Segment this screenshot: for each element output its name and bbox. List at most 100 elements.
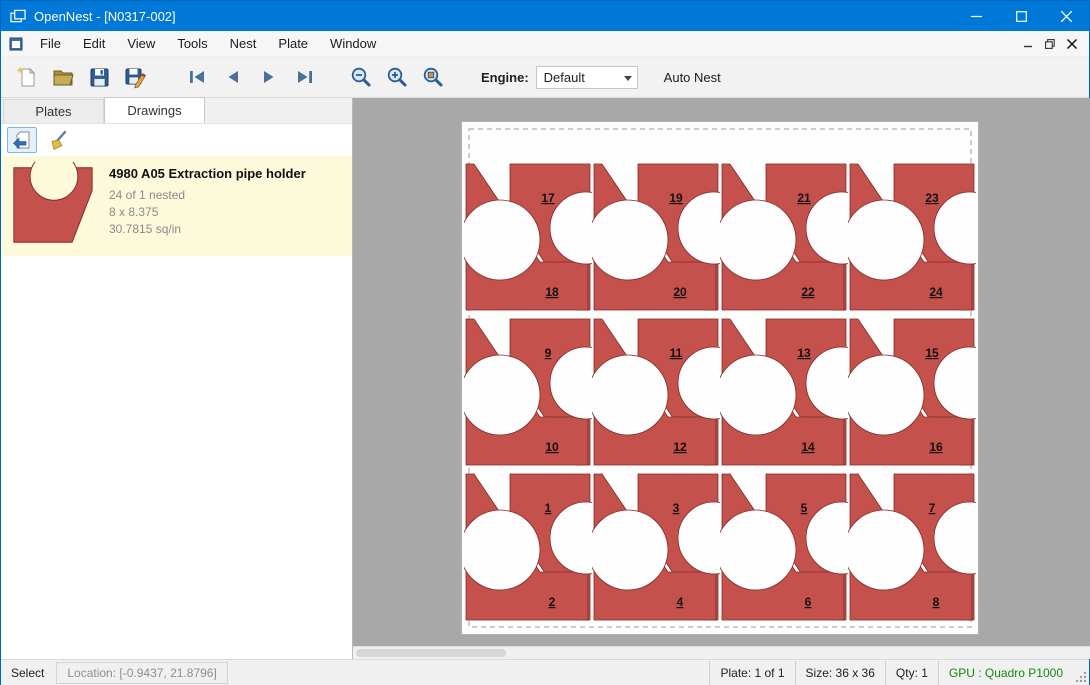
engine-selected-value: Default bbox=[544, 70, 585, 85]
maximize-icon bbox=[1016, 11, 1027, 22]
zoom-out-button[interactable] bbox=[343, 60, 379, 94]
app-icon bbox=[10, 9, 26, 24]
first-plate-button[interactable] bbox=[179, 60, 215, 94]
status-plate: Plate: 1 of 1 bbox=[709, 661, 794, 685]
part-number: 23 bbox=[925, 191, 939, 205]
last-plate-button[interactable] bbox=[287, 60, 323, 94]
zoom-fit-icon bbox=[421, 65, 445, 89]
drawing-area: 30.7815 sq/in bbox=[109, 221, 306, 238]
resize-grip-icon bbox=[1074, 670, 1087, 683]
mdi-close-button[interactable] bbox=[1061, 34, 1083, 54]
status-size: Size: 36 x 36 bbox=[795, 661, 885, 685]
part-number: 15 bbox=[925, 346, 939, 360]
mdi-minimize-button[interactable] bbox=[1017, 34, 1039, 54]
nest-pair[interactable]: 23 24 bbox=[844, 164, 978, 310]
zoom-fit-button[interactable] bbox=[415, 60, 451, 94]
mdi-window-controls bbox=[1017, 34, 1089, 54]
plate[interactable]: 171819202122232491011121314151612345678 bbox=[461, 121, 979, 635]
pipe-cutout bbox=[844, 510, 924, 590]
menu-item-tools[interactable]: Tools bbox=[166, 31, 218, 56]
save-edit-icon bbox=[123, 65, 147, 89]
nest-pair[interactable]: 1516 bbox=[844, 319, 978, 465]
new-button[interactable] bbox=[9, 60, 45, 94]
horizontal-scrollbar[interactable] bbox=[353, 646, 1090, 659]
restore-icon bbox=[1045, 39, 1055, 49]
part-number: 22 bbox=[801, 285, 815, 299]
part-number: 6 bbox=[805, 595, 812, 609]
title-bar: OpenNest - [N0317-002] bbox=[1, 1, 1089, 31]
part-number: 24 bbox=[929, 285, 943, 299]
menu-item-view[interactable]: View bbox=[116, 31, 166, 56]
part-number: 1 bbox=[545, 501, 552, 515]
pipe-cutout bbox=[462, 355, 540, 435]
part-number: 4 bbox=[677, 595, 684, 609]
pipe-cutout bbox=[588, 200, 668, 280]
save-edit-button[interactable] bbox=[117, 60, 153, 94]
close-icon bbox=[1067, 39, 1077, 49]
resize-grip[interactable] bbox=[1073, 660, 1089, 685]
part-number: 8 bbox=[933, 595, 940, 609]
app-window: OpenNest - [N0317-002] File Edit View To… bbox=[0, 0, 1090, 685]
status-bar: Select Location: [-0.9437, 21.8796] Plat… bbox=[1, 659, 1089, 685]
pipe-cutout bbox=[716, 355, 796, 435]
nest-svg[interactable]: 171819202122232491011121314151612345678 bbox=[462, 122, 978, 634]
pipe-cutout bbox=[844, 355, 924, 435]
tab-drawings[interactable]: Drawings bbox=[104, 97, 205, 123]
tab-plates[interactable]: Plates bbox=[3, 99, 104, 123]
scrollbar-thumb[interactable] bbox=[356, 649, 506, 657]
minimize-button[interactable] bbox=[954, 1, 999, 31]
nest-pair[interactable]: 78 bbox=[844, 474, 978, 620]
replace-part-button[interactable] bbox=[7, 127, 37, 153]
close-button[interactable] bbox=[1044, 1, 1089, 31]
go-last-icon bbox=[293, 65, 317, 89]
part-number: 18 bbox=[545, 285, 559, 299]
nest-canvas[interactable]: 171819202122232491011121314151612345678 bbox=[353, 98, 1090, 659]
new-document-icon bbox=[15, 65, 39, 89]
open-button[interactable] bbox=[45, 60, 81, 94]
zoom-in-button[interactable] bbox=[379, 60, 415, 94]
drawing-list-item[interactable]: 4980 A05 Extraction pipe holder 24 of 1 … bbox=[1, 156, 352, 256]
menu-item-window[interactable]: Window bbox=[319, 31, 387, 56]
auto-nest-button[interactable]: Auto Nest bbox=[664, 70, 721, 85]
clear-button[interactable] bbox=[43, 127, 73, 153]
chevron-down-icon bbox=[624, 76, 632, 81]
go-first-icon bbox=[185, 65, 209, 89]
part-number: 3 bbox=[673, 501, 680, 515]
document-icon bbox=[9, 37, 23, 51]
minimize-icon bbox=[1024, 39, 1033, 48]
part-number: 20 bbox=[673, 285, 687, 299]
mdi-restore-button[interactable] bbox=[1039, 34, 1061, 54]
save-button[interactable] bbox=[81, 60, 117, 94]
drawing-dimensions: 8 x 8.375 bbox=[109, 204, 306, 221]
pipe-cutout bbox=[588, 355, 668, 435]
menu-item-edit[interactable]: Edit bbox=[72, 31, 116, 56]
open-folder-icon bbox=[51, 65, 75, 89]
menu-item-file[interactable]: File bbox=[29, 31, 72, 56]
zoom-out-icon bbox=[349, 65, 373, 89]
zoom-in-icon bbox=[385, 65, 409, 89]
next-plate-button[interactable] bbox=[251, 60, 287, 94]
maximize-button[interactable] bbox=[999, 1, 1044, 31]
part-number: 14 bbox=[801, 440, 815, 454]
go-previous-icon bbox=[221, 65, 245, 89]
part-number: 11 bbox=[670, 346, 683, 360]
drawing-title: 4980 A05 Extraction pipe holder bbox=[109, 166, 306, 181]
pipe-cutout bbox=[844, 200, 924, 280]
left-panel: Plates Drawings bbox=[1, 98, 353, 659]
panel-toolbar bbox=[1, 124, 352, 156]
part-number: 17 bbox=[541, 191, 555, 205]
drawing-info: 4980 A05 Extraction pipe holder 24 of 1 … bbox=[109, 162, 306, 248]
menu-item-nest[interactable]: Nest bbox=[219, 31, 268, 56]
status-qty: Qty: 1 bbox=[885, 661, 938, 685]
window-title: OpenNest - [N0317-002] bbox=[34, 9, 176, 24]
pipe-cutout bbox=[716, 510, 796, 590]
drawing-nested-count: 24 of 1 nested bbox=[109, 187, 306, 204]
previous-plate-button[interactable] bbox=[215, 60, 251, 94]
status-location: Location: [-0.9437, 21.8796] bbox=[56, 662, 227, 684]
part-number: 5 bbox=[801, 501, 808, 515]
menu-item-plate[interactable]: Plate bbox=[267, 31, 319, 56]
part-number: 16 bbox=[929, 440, 943, 454]
save-icon bbox=[87, 65, 111, 89]
engine-select[interactable]: Default bbox=[536, 66, 638, 89]
panel-tabstrip: Plates Drawings bbox=[1, 98, 352, 124]
